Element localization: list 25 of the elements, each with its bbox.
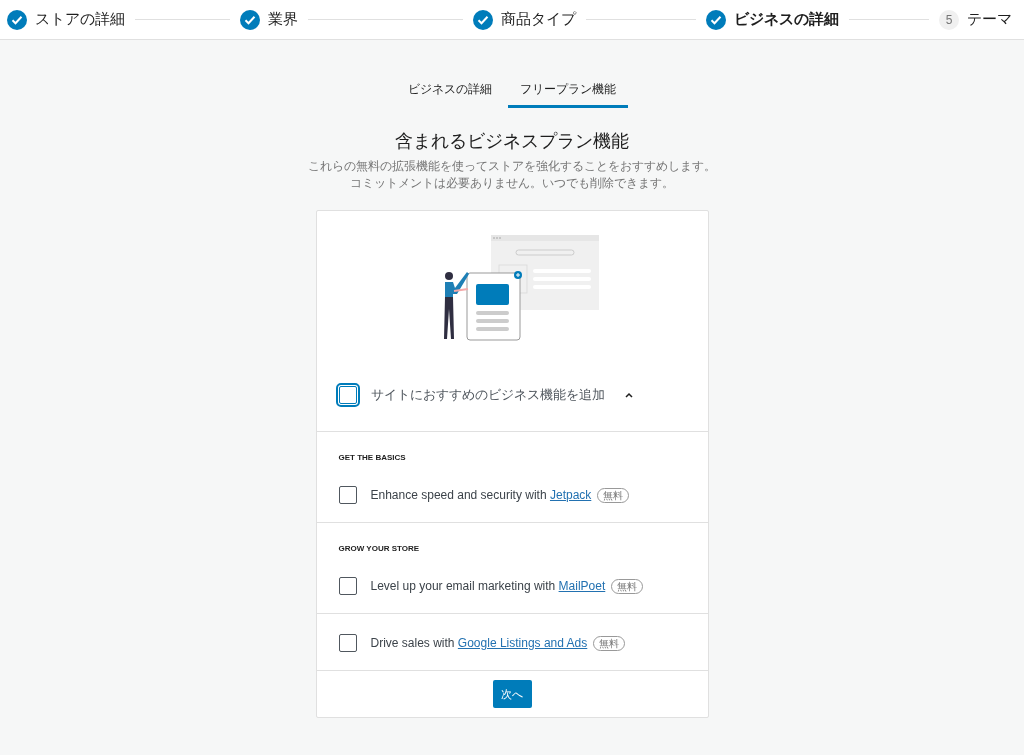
section-heading: GROW YOUR STORE — [338, 543, 421, 555]
checkbox[interactable] — [338, 634, 357, 652]
tab[interactable]: ビジネスの詳細 — [396, 72, 504, 108]
plugin-link[interactable]: Google Listings and Ads — [457, 634, 588, 652]
checkbox[interactable] — [338, 577, 357, 595]
plugin-link[interactable]: Jetpack — [549, 486, 592, 504]
step-number: 5 — [939, 9, 959, 30]
checkbox-label: サイトにおすすめのビジネス機能を追加 — [370, 386, 605, 405]
step-label: 業界 — [268, 9, 298, 30]
subtitle-text: これらの無料の拡張機能を使ってストアを強化することをおすすめします。 — [308, 158, 716, 175]
page-heading: 含まれるビジネスプラン機能 — [395, 130, 629, 153]
plugin-link[interactable]: MailPoet — [558, 577, 606, 595]
tab[interactable]: フリープラン機能 — [508, 72, 628, 108]
option-text: Drive sales with — [370, 635, 456, 652]
step-label: 商品タイプ — [501, 9, 576, 30]
step-label: ビジネスの詳細 — [734, 9, 839, 30]
checkbox[interactable] — [338, 486, 357, 504]
step-label: ストアの詳細 — [35, 9, 125, 30]
subtitle-text: コミットメントは必要ありません。いつでも削除できます。 — [350, 175, 674, 192]
step-label: テーマ — [967, 9, 1012, 30]
section-heading: GET THE BASICS — [338, 452, 407, 464]
checkbox[interactable] — [338, 386, 357, 404]
next-button[interactable]: 次へ — [492, 680, 532, 708]
option-text: Level up your email marketing with — [370, 578, 557, 595]
option-text: Enhance speed and security with — [370, 487, 548, 504]
